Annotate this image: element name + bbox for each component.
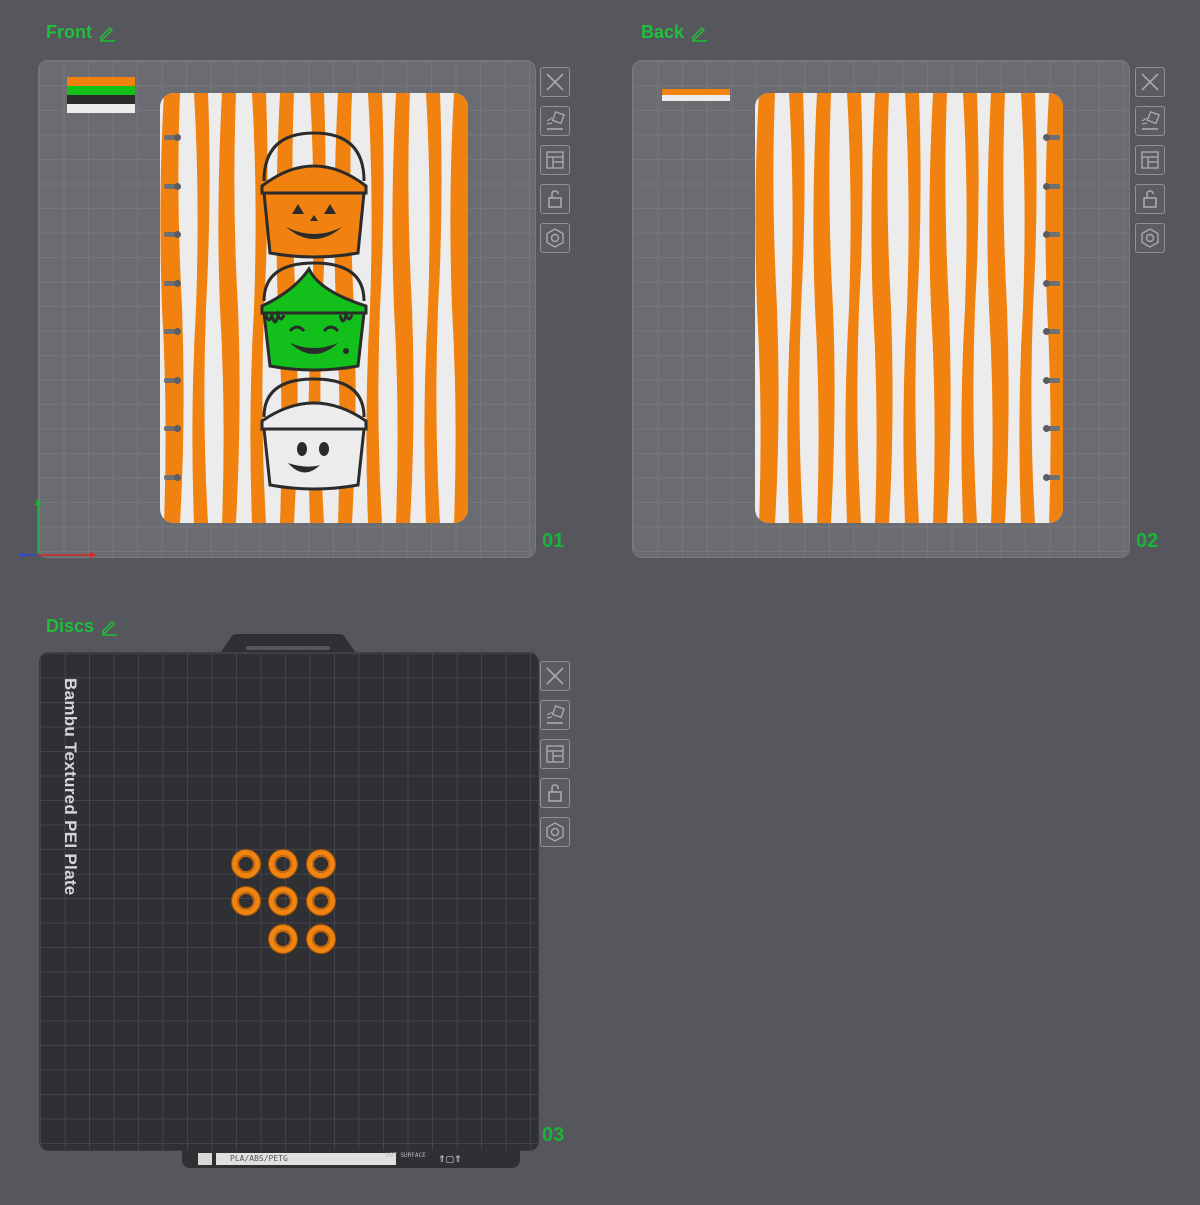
ring-peg xyxy=(1043,280,1060,287)
unlock-icon xyxy=(548,784,562,802)
swatch-green xyxy=(67,86,135,95)
disc-ring[interactable] xyxy=(269,887,297,915)
ring-peg xyxy=(1043,474,1060,481)
plate-toolbar-back xyxy=(1135,67,1165,253)
plate-flip-icons: ⇑▢⇑ xyxy=(438,1154,462,1164)
plate-type-label: Bambu Textured PEI Plate xyxy=(61,678,80,896)
auto-orient-button[interactable] xyxy=(1135,145,1165,175)
lock-button[interactable] xyxy=(540,184,570,214)
plate-bottom-strip: PLA/ABS/PETG HOT SURFACE ⇑▢⇑ xyxy=(182,1150,520,1168)
plate-name: Discs xyxy=(46,616,95,636)
plate-title-discs[interactable]: Discs xyxy=(46,616,118,637)
disc-ring[interactable] xyxy=(307,887,335,915)
ring-peg xyxy=(1043,183,1060,190)
plate-settings-button[interactable] xyxy=(540,817,570,847)
plate-name-label-wrap: Bambu Textured PEI Plate xyxy=(56,678,80,908)
filament-swatches xyxy=(67,77,135,113)
auto-orient-button[interactable] xyxy=(540,145,570,175)
plate-settings-button[interactable] xyxy=(1135,223,1165,253)
swatch-white xyxy=(67,104,135,113)
layout-icon xyxy=(546,745,564,763)
qr-code-icon xyxy=(198,1153,212,1165)
unlock-button[interactable] xyxy=(540,778,570,808)
plate-toolbar-front xyxy=(540,67,570,253)
close-button[interactable] xyxy=(1135,67,1165,97)
disc-ring[interactable] xyxy=(269,925,297,953)
disc-ring[interactable] xyxy=(269,850,297,878)
disc-ring[interactable] xyxy=(307,850,335,878)
ring-peg xyxy=(1043,377,1060,384)
plate-settings-button[interactable] xyxy=(540,223,570,253)
plate-title-front[interactable]: Front xyxy=(46,22,116,43)
witch-bucket-icon xyxy=(260,261,368,372)
plate-number: 01 xyxy=(542,530,565,552)
notebook-cover-front[interactable] xyxy=(160,93,468,523)
ghost-bucket-icon xyxy=(260,377,368,491)
ring-peg xyxy=(164,231,181,238)
auto-arrange-button[interactable] xyxy=(540,700,570,730)
ring-peg xyxy=(164,425,181,432)
ring-peg xyxy=(1043,328,1060,335)
plate-settings-icon xyxy=(546,822,564,842)
pencil-edit-icon[interactable] xyxy=(98,24,116,42)
axis-gizmo-icon xyxy=(19,498,97,558)
plate-settings-icon xyxy=(1141,228,1159,248)
plate-toolbar-discs xyxy=(540,661,570,847)
pumpkin-bucket-icon xyxy=(260,131,368,259)
ring-peg xyxy=(1043,134,1060,141)
hot-surface-warning: HOT SURFACE xyxy=(386,1152,426,1159)
lock-button[interactable] xyxy=(1135,184,1165,214)
plate-name: Front xyxy=(46,22,92,42)
close-icon xyxy=(1141,73,1159,91)
close-icon xyxy=(546,667,564,685)
plate-number: 03 xyxy=(542,1124,565,1146)
disc-ring[interactable] xyxy=(232,887,260,915)
lock-icon xyxy=(1143,190,1157,208)
ring-peg xyxy=(164,134,181,141)
ring-peg xyxy=(164,183,181,190)
close-icon xyxy=(546,73,564,91)
pencil-edit-icon[interactable] xyxy=(690,24,708,42)
ring-peg xyxy=(164,377,181,384)
notebook-cover-back[interactable] xyxy=(755,93,1063,523)
ring-peg xyxy=(164,474,181,481)
auto-arrange-button[interactable] xyxy=(540,106,570,136)
swatch-orange xyxy=(67,77,135,86)
plate-number: 02 xyxy=(1136,530,1159,552)
plate-title-back[interactable]: Back xyxy=(641,22,708,43)
layout-icon xyxy=(546,151,564,169)
close-button[interactable] xyxy=(540,67,570,97)
ring-peg xyxy=(164,328,181,335)
filament-swatches xyxy=(662,89,730,101)
auto-arrange-button[interactable] xyxy=(1135,106,1165,136)
layout-icon xyxy=(1141,151,1159,169)
auto-arrange-icon xyxy=(546,704,565,724)
pencil-edit-icon[interactable] xyxy=(100,618,118,636)
ring-peg xyxy=(1043,231,1060,238)
close-button[interactable] xyxy=(540,661,570,691)
stripe-pattern xyxy=(755,93,1063,523)
auto-arrange-icon xyxy=(546,110,565,130)
ring-peg xyxy=(1043,425,1060,432)
auto-arrange-icon xyxy=(1141,110,1160,130)
disc-ring[interactable] xyxy=(232,850,260,878)
disc-ring[interactable] xyxy=(307,925,335,953)
ring-peg xyxy=(164,280,181,287)
auto-orient-button[interactable] xyxy=(540,739,570,769)
swatch-white xyxy=(662,95,730,101)
lock-icon xyxy=(548,190,562,208)
swatch-black xyxy=(67,95,135,104)
filament-type-badge: PLA/ABS/PETG xyxy=(216,1153,396,1165)
plate-name: Back xyxy=(641,22,685,42)
plate-settings-icon xyxy=(546,228,564,248)
